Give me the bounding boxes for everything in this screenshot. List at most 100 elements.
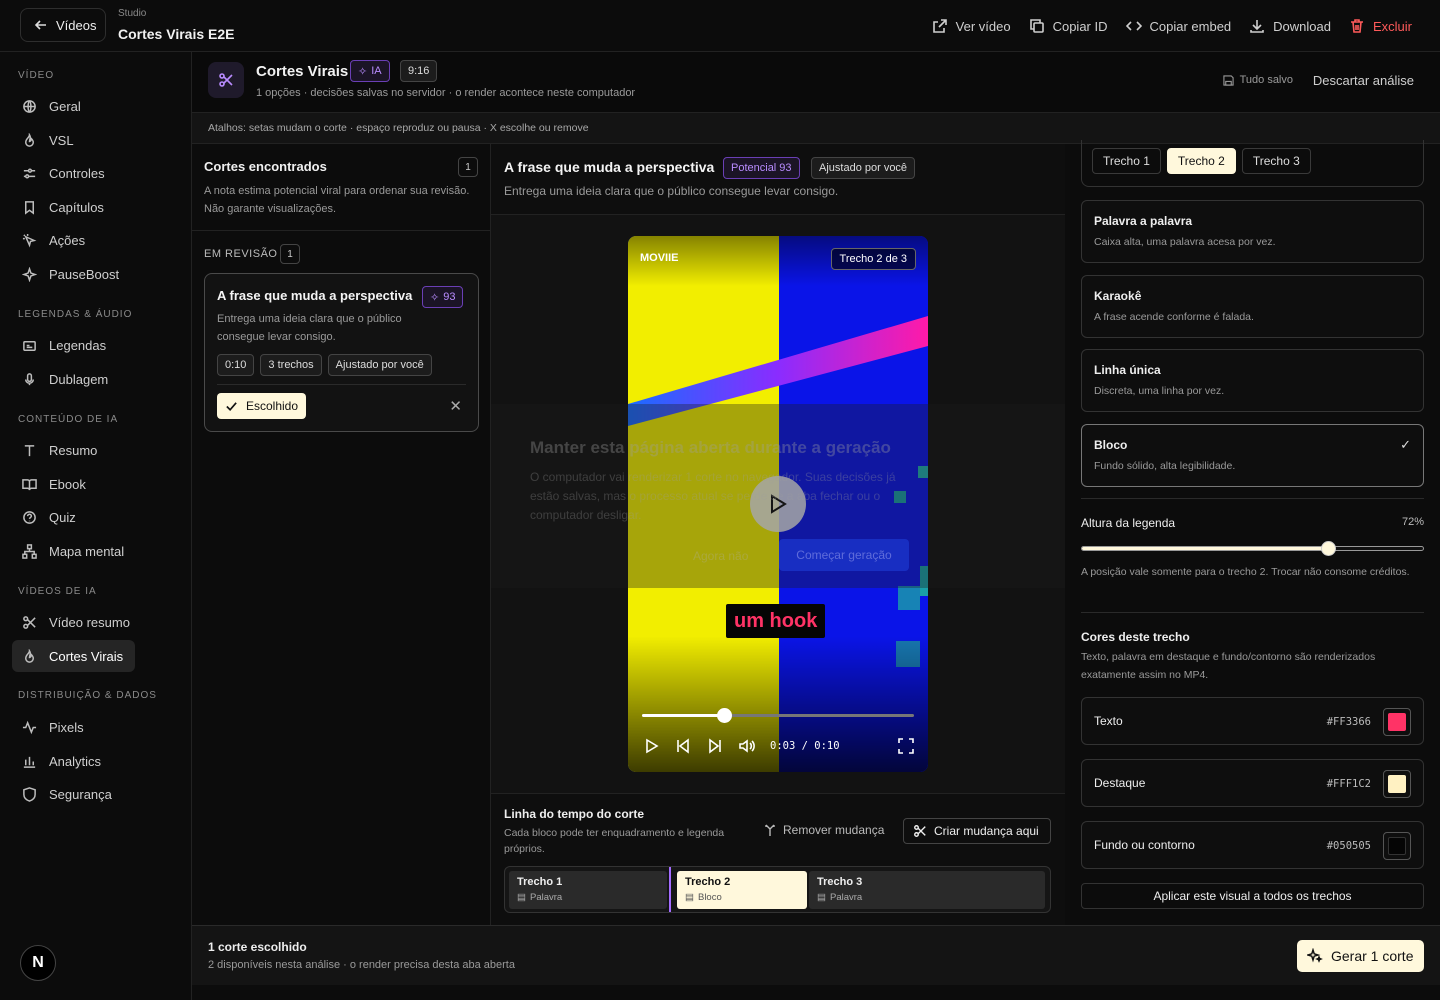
sidebar-item-pauseboost[interactable]: PauseBoost (12, 258, 182, 290)
sidebar-item-analytics[interactable]: Analytics (12, 745, 182, 777)
timeline-desc: Cada bloco pode ter enquadramento e lege… (504, 827, 725, 855)
remove-change-button[interactable]: Remover mudança (763, 823, 884, 837)
sidebar-item-vsl[interactable]: VSL (12, 124, 182, 156)
back-button[interactable]: Vídeos (20, 8, 106, 42)
view-video-button[interactable]: Ver vídeo (932, 18, 1011, 34)
skip-back-icon[interactable] (674, 737, 692, 755)
dialog-desc: O computador vai renderizar 1 corte no n… (530, 470, 896, 522)
timeline-segment-2[interactable]: Trecho 2 ▤ Bloco (677, 871, 807, 909)
cursor-click-icon (22, 233, 37, 247)
sidebar-item-cortes-virais[interactable]: Cortes Virais (12, 640, 135, 672)
download-button[interactable]: Download (1249, 18, 1331, 34)
tab-trecho-2[interactable]: Trecho 2 (1166, 148, 1236, 174)
segment-tabs: Trecho 1 Trecho 2 Trecho 3 (1081, 140, 1424, 187)
cut-card-desc: Entrega uma ideia clara que o público co… (217, 313, 402, 343)
remove-cut-close-icon[interactable]: ✕ (449, 397, 462, 415)
adjusted-badge: Ajustado por você (811, 157, 916, 179)
chosen-toggle-button[interactable]: Escolhido (217, 393, 307, 419)
style-option-linha-unica[interactable]: Linha única Discreta, uma linha por vez. (1081, 349, 1424, 412)
segment-style-label: Bloco (697, 892, 722, 903)
slider-handle[interactable] (1320, 541, 1336, 556)
color-hex: #FFF1C2 (1326, 778, 1371, 790)
fullscreen-icon[interactable] (898, 738, 914, 754)
bookmark-icon (25, 200, 34, 215)
sidebar-item-label: Analytics (49, 753, 102, 769)
sidebar-item-pixels[interactable]: Pixels (12, 711, 182, 743)
feature-subtitle: 1 opções · decisões salvas no servidor ·… (256, 87, 636, 99)
tab-trecho-1[interactable]: Trecho 1 (1092, 148, 1161, 174)
sidebar-item-dublagem[interactable]: Dublagem (12, 363, 182, 395)
style-desc: Caixa alta, uma palavra acesa por vez. (1094, 236, 1276, 248)
generation-dialog: Manter esta página aberta durante a gera… (491, 404, 1065, 588)
external-link-icon (932, 19, 947, 33)
sidebar-item-capitulos[interactable]: Capítulos (12, 191, 182, 223)
sidebar-item-legendas[interactable]: Legendas (12, 329, 182, 361)
captions-icon: ▤ (685, 892, 694, 903)
sidebar-item-controles[interactable]: Controles (12, 157, 182, 189)
app-logo[interactable]: N (20, 945, 56, 981)
segment-style-label: Palavra (529, 892, 563, 903)
seek-bar[interactable] (642, 708, 914, 723)
activity-icon (22, 720, 37, 734)
play-icon[interactable] (642, 737, 660, 755)
skip-forward-icon[interactable] (706, 737, 724, 755)
remove-change-label: Remover mudança (783, 823, 885, 837)
style-name: Bloco (1094, 438, 1128, 452)
sidebar-item-resumo[interactable]: Resumo (12, 434, 182, 466)
delete-button[interactable]: Excluir (1349, 18, 1412, 34)
cut-card[interactable]: A frase que muda a perspectiva ✧ 93 Entre… (204, 273, 479, 432)
sidebar-item-video-resumo[interactable]: Vídeo resumo (12, 606, 182, 638)
timeline-segment-1[interactable]: Trecho 1 ▤ Palavra (509, 871, 667, 909)
tab-trecho-3[interactable]: Trecho 3 (1241, 148, 1311, 174)
copy-embed-button[interactable]: Copiar embed (1125, 18, 1231, 34)
adjusted-chip: Ajustado por você (327, 354, 432, 376)
discard-analysis-button[interactable]: Descartar análise (1313, 73, 1414, 88)
color-name: Fundo ou contorno (1094, 838, 1195, 852)
color-hex: #FF3366 (1326, 716, 1371, 728)
sidebar-item-acoes[interactable]: Ações (12, 224, 182, 256)
divider (1081, 612, 1424, 613)
sidebar-item-quiz[interactable]: Quiz (12, 501, 182, 533)
bar-chart-icon (23, 756, 36, 768)
style-desc: Discreta, uma linha por vez. (1094, 385, 1225, 397)
playhead[interactable] (669, 867, 671, 912)
caption-height-slider[interactable] (1081, 541, 1424, 556)
style-option-karaoke[interactable]: Karaokê A frase acende conforme é falada… (1081, 275, 1424, 338)
caption-settings-panel: Trecho 1 Trecho 2 Trecho 3 Palavra a pal… (1065, 140, 1440, 925)
sidebar-item-mapa-mental[interactable]: Mapa mental (12, 535, 182, 567)
feature-header: Cortes Virais ✧ IA 9:16 1 opções · decisõ… (192, 52, 1440, 113)
caption-height-label: Altura da legenda (1081, 516, 1176, 530)
sidebar-item-geral[interactable]: Geral (12, 90, 182, 122)
style-option-palavra[interactable]: Palavra a palavra Caixa alta, uma palavr… (1081, 200, 1424, 263)
color-row-texto[interactable]: Texto #FF3366 (1081, 697, 1424, 745)
start-generation-button[interactable]: Começar geração (779, 539, 909, 571)
seek-handle[interactable] (716, 708, 732, 723)
caption-preview: um hook (726, 604, 826, 638)
segment-style-label: Palavra (829, 892, 863, 903)
color-swatch[interactable] (1383, 832, 1411, 860)
segment-style: ▤ Palavra (817, 892, 1037, 903)
sidebar-item-ebook[interactable]: Ebook (12, 468, 182, 500)
create-change-button[interactable]: Criar mudança aqui (903, 818, 1051, 844)
cut-desc: Entrega uma ideia clara que o público co… (504, 184, 839, 198)
generate-button[interactable]: Gerar 1 corte (1297, 940, 1424, 972)
volume-icon[interactable] (738, 737, 756, 755)
segment-style: ▤ Palavra (517, 892, 659, 903)
sidebar-item-label: Geral (49, 98, 81, 114)
style-option-bloco[interactable]: Bloco Fundo sólido, alta legibilidade. ✓ (1081, 424, 1424, 487)
not-now-button[interactable]: Agora não (693, 549, 748, 563)
potential-badge: Potencial 93 (723, 157, 800, 179)
color-row-destaque[interactable]: Destaque #FFF1C2 (1081, 759, 1424, 807)
merge-icon (765, 824, 775, 836)
color-row-fundo[interactable]: Fundo ou contorno #050505 (1081, 821, 1424, 869)
sparkle-icon: ✧ (358, 65, 368, 78)
copy-id-button[interactable]: Copiar ID (1029, 18, 1108, 34)
color-swatch[interactable] (1383, 708, 1411, 736)
ia-badge-label: IA (371, 65, 382, 77)
timeline-segment-3[interactable]: Trecho 3 ▤ Palavra (809, 871, 1045, 909)
apply-all-segments-button[interactable]: Aplicar este visual a todos os trechos (1081, 883, 1424, 909)
create-change-label: Criar mudança aqui (934, 824, 1039, 838)
color-swatch[interactable] (1383, 770, 1411, 798)
sidebar-item-seguranca[interactable]: Segurança (12, 778, 182, 810)
sidebar: VÍDEO Geral VSL Controles Capítulos Açõe… (0, 52, 192, 1000)
